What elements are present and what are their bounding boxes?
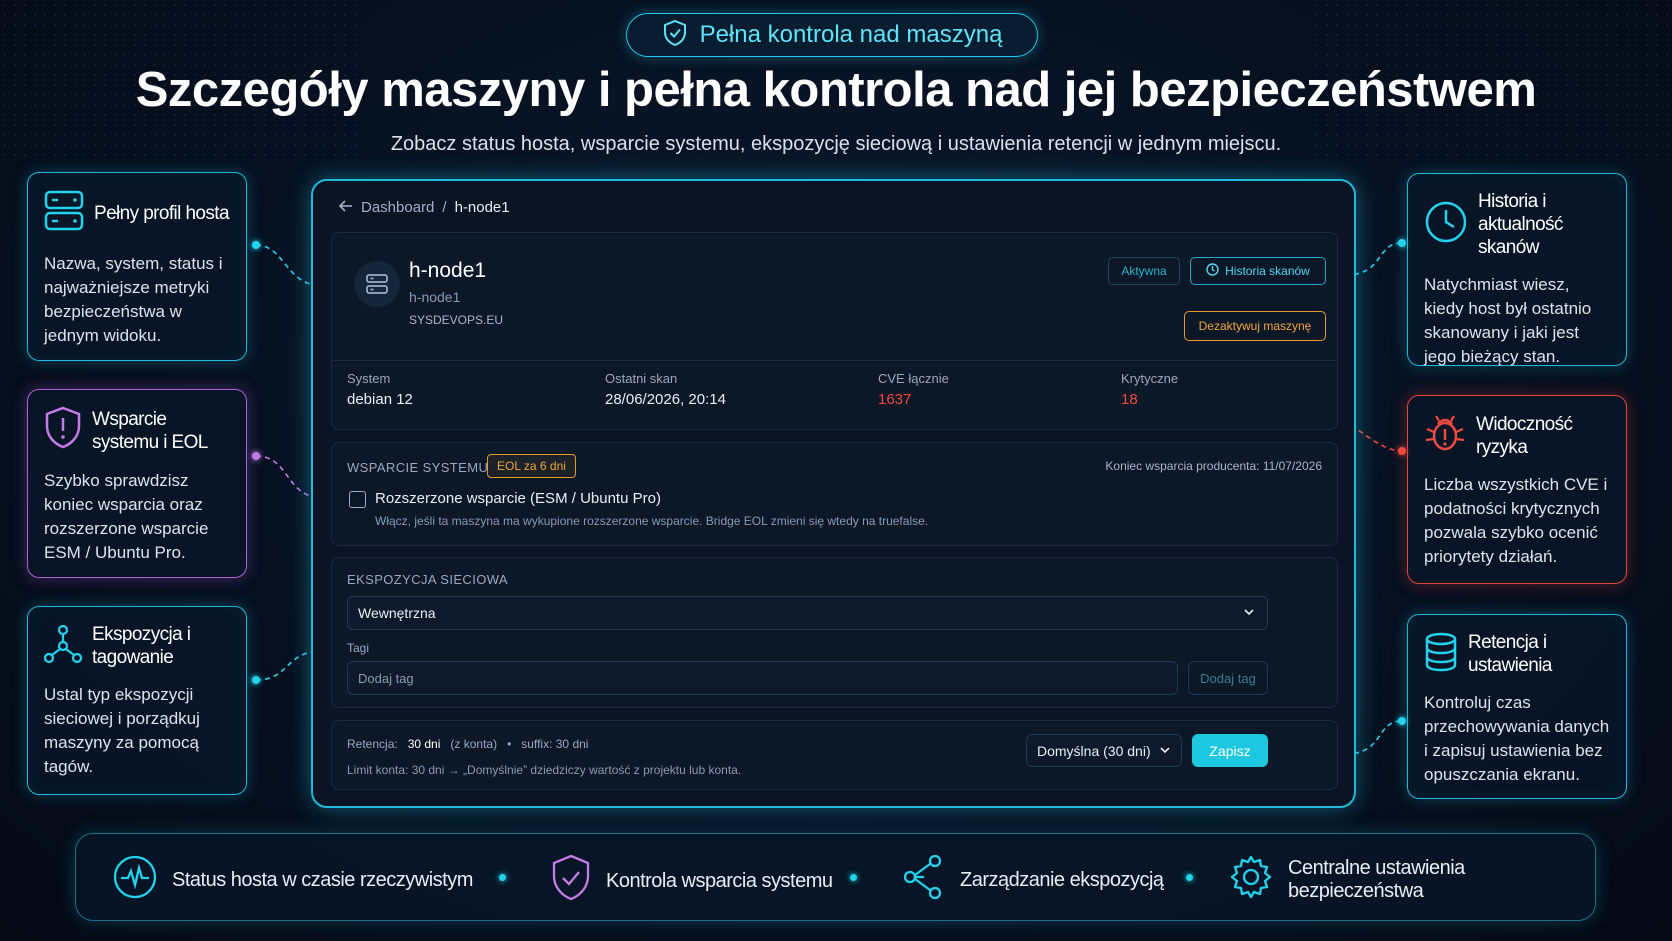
esm-checkbox-label[interactable]: Rozszerzone wsparcie (ESM / Ubuntu Pro) — [375, 490, 661, 507]
stat-value: 18 — [1121, 391, 1138, 408]
network-exposure-section: EKSPOZYCJA SIECIOWA Wewnętrzna Tagi Doda… — [331, 557, 1338, 708]
exposure-select[interactable]: Wewnętrzna — [347, 596, 1268, 630]
host-section: h-node1 h-node1 SYSDEVOPS.EU Aktywna His… — [331, 232, 1338, 430]
bottom-item-security-settings: Centralne ustawienia bezpieczeństwa — [1228, 854, 1595, 906]
system-support-section: WSPARCIE SYSTEMU EOL za 6 dni Koniec wsp… — [331, 442, 1338, 546]
esm-checkbox[interactable] — [349, 491, 366, 508]
add-tag-button[interactable]: Dodaj tag — [1188, 661, 1268, 695]
tags-label: Tagi — [347, 641, 370, 655]
breadcrumb-separator: / — [442, 199, 447, 216]
connector-dot — [252, 241, 260, 249]
connector-dot — [252, 676, 260, 684]
connector-dot — [1398, 239, 1406, 247]
connector-dot — [1398, 717, 1406, 725]
section-label: WSPARCIE SYSTEMU — [347, 460, 489, 475]
stat-last-scan: Ostatni skan 28/06/2026, 20:14 — [605, 371, 726, 408]
stat-label: Ostatni skan — [605, 371, 678, 386]
vendor-support-end: Koniec wsparcia producenta: 11/07/2026 — [1105, 459, 1322, 473]
scan-history-button[interactable]: Historia skanów — [1190, 257, 1326, 285]
stat-label: System — [347, 371, 391, 386]
stat-value: debian 12 — [347, 391, 413, 408]
stat-label: Krytyczne — [1121, 371, 1179, 386]
separator-dot — [850, 874, 857, 881]
bottom-item-support-control: Kontrola wsparcia systemu — [550, 854, 833, 908]
save-button[interactable]: Zapisz — [1192, 734, 1268, 767]
retention-label: Retencja: — [347, 737, 398, 751]
retention-note: Limit konta: 30 dni → „Domyślnie” dziedz… — [347, 763, 742, 777]
stat-critical: Krytyczne 18 — [1121, 371, 1178, 408]
server-icon — [354, 261, 400, 307]
chevron-down-icon — [1159, 743, 1171, 759]
connector-dot — [1398, 447, 1406, 455]
activity-icon — [112, 854, 158, 906]
separator-dot — [1186, 874, 1193, 881]
tag-input[interactable]: Dodaj tag — [347, 661, 1178, 695]
bottom-item-label: Status hosta w czasie rzeczywistym — [172, 868, 473, 891]
bottom-item-exposure-mgmt: Zarządzanie ekspozycją — [902, 854, 1164, 906]
retention-select-value: Domyślna (30 dni) — [1037, 742, 1151, 759]
host-name: h-node1 — [409, 259, 487, 282]
exposure-select-value: Wewnętrzna — [358, 605, 436, 621]
host-domain: SYSDEVOPS.EU — [409, 313, 504, 327]
retention-line: Retencja: 30 dni (z konta) • suffix: 30 … — [347, 737, 588, 751]
section-label: EKSPOZYCJA SIECIOWA — [347, 572, 508, 587]
clock-icon — [1206, 263, 1219, 279]
connector-dot — [252, 452, 260, 460]
eol-badge: EOL za 6 dni — [487, 454, 576, 478]
chevron-down-icon — [1243, 605, 1255, 621]
bottom-features-bar: Status hosta w czasie rzeczywistym Kontr… — [75, 833, 1596, 921]
stat-system: System debian 12 — [347, 371, 413, 408]
arrow-left-icon[interactable] — [338, 199, 353, 216]
machine-details-panel: Dashboard / h-node1 h-node1 h-node1 SYSD… — [311, 179, 1356, 808]
divider — [332, 360, 1337, 361]
retention-suffix: suffix: 30 dni — [521, 737, 589, 751]
retention-select[interactable]: Domyślna (30 dni) — [1026, 734, 1182, 767]
shield-check-icon — [550, 854, 592, 908]
retention-bullet: • — [507, 737, 512, 751]
breadcrumb: Dashboard / h-node1 — [338, 199, 510, 216]
bottom-item-host-status: Status hosta w czasie rzeczywistym — [112, 854, 473, 906]
retention-source: (z konta) — [450, 737, 498, 751]
stat-value: 1637 — [878, 391, 912, 408]
separator-dot — [499, 874, 506, 881]
breadcrumb-dashboard-link[interactable]: Dashboard — [361, 199, 434, 216]
gear-icon — [1228, 854, 1274, 906]
retention-value: 30 dni — [407, 737, 441, 751]
stat-value: 28/06/2026, 20:14 — [605, 391, 726, 408]
host-hostname: h-node1 — [409, 289, 461, 305]
scan-history-label: Historia skanów — [1225, 264, 1310, 278]
bottom-item-label: Kontrola wsparcia systemu — [606, 869, 833, 892]
retention-section: Retencja: 30 dni (z konta) • suffix: 30 … — [331, 720, 1338, 790]
status-badge: Aktywna — [1108, 257, 1180, 285]
breadcrumb-current: h-node1 — [454, 199, 510, 216]
stat-label: CVE łącznie — [878, 371, 949, 386]
bottom-item-label: Centralne ustawienia bezpieczeństwa — [1288, 857, 1465, 902]
esm-checkbox-desc: Włącz, jeśli ta maszyna ma wykupione roz… — [375, 514, 929, 528]
stat-cve-total: CVE łącznie 1637 — [878, 371, 949, 408]
deactivate-machine-button[interactable]: Dezaktywuj maszynę — [1184, 311, 1326, 341]
share-icon — [902, 854, 946, 906]
bottom-item-label: Zarządzanie ekspozycją — [960, 868, 1164, 891]
